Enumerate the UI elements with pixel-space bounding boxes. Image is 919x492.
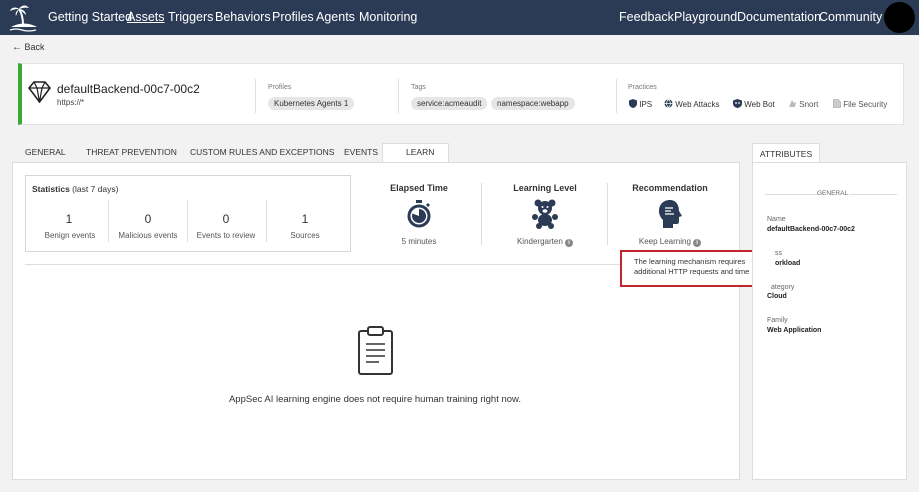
statistics-subtitle: (last 7 days) [72,184,119,194]
nav-playground[interactable]: Playground [674,10,737,24]
practice-snort[interactable]: Snort [788,99,818,109]
elapsed-time-title: Elapsed Time [390,183,448,193]
nav-triggers[interactable]: Triggers [168,10,213,24]
nav-assets[interactable]: Assets [127,10,165,24]
stat-value: 0 [144,212,152,226]
logo-icon[interactable] [8,3,40,32]
statistics-heading: Statistics (last 7 days) [32,184,118,194]
tab-general[interactable]: GENERAL [25,147,66,157]
nav-community[interactable]: Community [819,10,882,24]
empty-state-message: AppSec AI learning engine does not requi… [228,394,522,405]
attribute-value: defaultBackend-00c7-00c2 [767,226,855,233]
back-label: Back [24,42,45,52]
practice-file-security[interactable]: File Security [833,99,887,109]
avatar[interactable] [884,2,915,33]
practice-label: IPS [639,100,653,109]
stat-label: Malicious events [118,231,178,240]
recommendation-title: Recommendation [632,183,708,193]
arrow-left-icon: ← [12,42,22,53]
tab-events[interactable]: EVENTS [344,147,378,157]
attribute-label: ss [775,250,782,257]
divider [616,79,617,113]
profile-chip[interactable]: Kubernetes Agents 1 [268,97,355,110]
timer-icon [407,200,431,228]
nav-profiles[interactable]: Profiles [272,10,314,24]
top-navbar: Getting Started Assets Triggers Behavior… [0,0,919,35]
divider [765,194,817,195]
stat-label: Events to review [196,231,256,240]
practice-web-bot[interactable]: Web Bot [733,99,775,109]
brain-head-icon [659,200,682,228]
stat-value: 1 [65,212,73,226]
divider [607,183,608,245]
statistics-title: Statistics [32,184,70,194]
practice-label: Snort [799,100,819,109]
tab-custom-rules[interactable]: CUSTOM RULES AND EXCEPTIONS [190,147,334,157]
practice-ips[interactable]: IPS [629,99,652,109]
attribute-value: Cloud [767,293,787,300]
attributes-section-title: GENERAL [817,190,849,197]
stat-value: 1 [301,212,309,226]
divider [398,79,399,113]
practice-label: File Security [843,100,888,109]
globe-icon [664,99,673,108]
attribute-label: Name [767,216,786,223]
diamond-icon [28,81,51,103]
attribute-value: orkload [775,260,801,267]
divider [255,79,256,113]
asset-url: https://* [57,98,85,107]
practice-label: Web Bot [744,100,775,109]
nav-behaviors[interactable]: Behaviors [215,10,271,24]
recommendation-value: Keep Learning [638,237,691,246]
nav-feedback[interactable]: Feedback [619,10,674,24]
bot-shield-icon [733,99,742,108]
nav-monitoring[interactable]: Monitoring [359,10,417,24]
practice-label: Web Attacks [675,100,720,109]
elapsed-time-value: 5 minutes [401,237,437,246]
tab-attributes[interactable]: ATTRIBUTES [752,143,820,163]
nav-agents[interactable]: Agents [316,10,355,24]
snort-icon [789,100,796,107]
shield-icon [629,99,637,108]
attribute-value: Web Application [767,327,822,334]
stat-label: Benign events [44,231,96,240]
nav-documentation[interactable]: Documentation [737,10,821,24]
learning-level-value: Kindergarten [516,237,563,246]
stat-label: Sources [290,231,320,240]
tags-label: Tags [411,84,426,91]
asset-header-card: defaultBackend-00c7-00c2 https://* Profi… [18,63,904,125]
file-icon [833,99,841,108]
practice-web-attacks[interactable]: Web Attacks [664,99,720,109]
stat-value: 0 [222,212,230,226]
tag-chip[interactable]: service:acmeaudit [411,97,488,110]
practices-label: Practices [628,84,657,91]
attribute-label: ategory [771,284,795,291]
tag-chip[interactable]: namespace:webapp [491,97,575,110]
tab-threat-prevention[interactable]: THREAT PREVENTION [86,147,177,157]
attribute-label: Family [767,317,788,324]
teddy-bear-icon [532,199,558,229]
divider [481,183,482,245]
profiles-label: Profiles [268,84,292,91]
recommendation-value-wrap: Keep Learning i [615,237,725,247]
learning-level-value-wrap: Kindergarten i [490,237,600,247]
asset-name: defaultBackend-00c7-00c2 [57,82,200,96]
clipboard-icon [358,326,393,375]
info-icon[interactable]: i [693,239,702,247]
recommendation-tooltip: The learning mechanism requires addition… [620,250,774,287]
nav-getting-started[interactable]: Getting Started [48,10,132,24]
tab-learn[interactable]: LEARN [406,147,434,157]
info-icon[interactable]: i [565,239,574,247]
learning-level-title: Learning Level [513,183,577,193]
back-link[interactable]: ← Back [12,42,45,53]
divider [849,194,897,195]
